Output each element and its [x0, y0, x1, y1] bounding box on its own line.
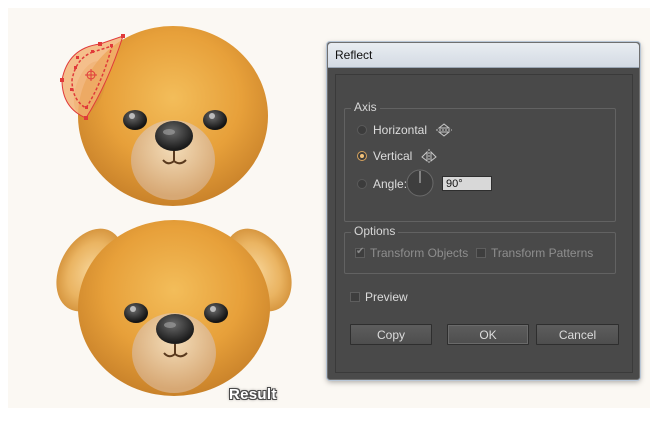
transform-objects-label: Transform Objects	[370, 246, 469, 260]
reflect-dialog: Reflect Axis Horizontal Vertical Angle: …	[327, 42, 640, 380]
axis-legend: Axis	[351, 100, 380, 114]
axis-group: Axis Horizontal Vertical Angle: 90°	[344, 100, 616, 222]
angle-input[interactable]: 90°	[442, 176, 492, 191]
angle-option[interactable]: Angle:	[357, 176, 407, 192]
options-legend: Options	[351, 224, 399, 238]
preview-checkbox[interactable]	[350, 292, 360, 302]
angle-radio[interactable]	[357, 179, 367, 189]
transform-objects-option[interactable]: Transform Objects	[355, 246, 468, 260]
options-group: Options Transform Objects Transform Patt…	[344, 224, 616, 274]
bear-result	[56, 220, 292, 396]
dialog-body: Axis Horizontal Vertical Angle: 90° Opti…	[335, 74, 633, 373]
dialog-titlebar[interactable]: Reflect	[328, 43, 639, 68]
ok-button[interactable]: OK	[447, 324, 529, 345]
transform-patterns-label: Transform Patterns	[491, 246, 594, 260]
transform-patterns-option[interactable]: Transform Patterns	[476, 246, 593, 260]
reflect-vertical-icon	[421, 149, 438, 163]
copy-button[interactable]: Copy	[350, 324, 432, 345]
horizontal-radio[interactable]	[357, 125, 367, 135]
horizontal-option[interactable]: Horizontal	[357, 122, 453, 138]
result-label: Result	[229, 386, 277, 403]
vertical-label: Vertical	[373, 149, 413, 163]
transform-patterns-checkbox[interactable]	[476, 248, 486, 258]
angle-dial[interactable]	[406, 169, 434, 197]
transform-objects-checkbox[interactable]	[355, 246, 365, 258]
angle-label: Angle:	[373, 177, 408, 191]
dialog-title: Reflect	[335, 48, 373, 62]
cancel-button[interactable]: Cancel	[536, 324, 619, 345]
reflect-horizontal-icon	[436, 123, 453, 137]
preview-label: Preview	[365, 290, 408, 304]
vertical-option[interactable]: Vertical	[357, 148, 438, 164]
preview-option[interactable]: Preview	[350, 290, 408, 304]
vertical-radio[interactable]	[357, 151, 367, 161]
horizontal-label: Horizontal	[373, 123, 428, 137]
